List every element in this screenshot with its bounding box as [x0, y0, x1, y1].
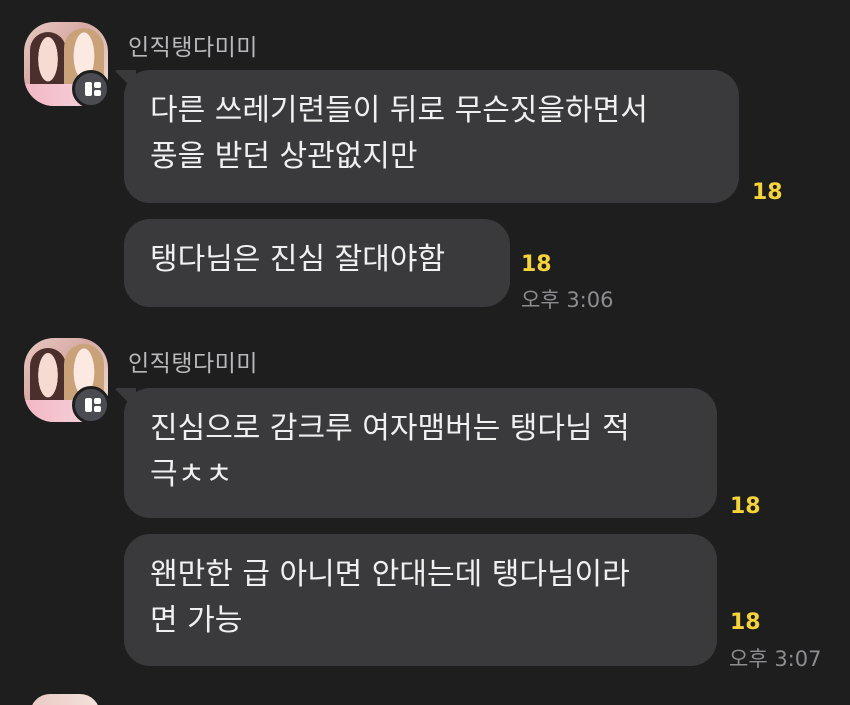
unread-count: 18 — [730, 610, 761, 635]
channel-badge-icon — [72, 386, 110, 424]
message-bubble[interactable]: 왠만한 급 아니면 안대는데 탱다님이라 면 가능 — [124, 534, 717, 666]
sender-name: 인직탱다미미 — [128, 351, 258, 377]
chat-room: 인직탱다미미 다른 쓰레기련들이 뒤로 무슨짓을하면서 풍을 받던 상관없지만 … — [0, 0, 850, 705]
message-time: 오후 3:07 — [729, 647, 822, 671]
channel-badge-icon — [72, 70, 110, 108]
message-time: 오후 3:06 — [521, 288, 614, 312]
unread-count: 18 — [730, 494, 761, 519]
message-bubble[interactable]: 탱다님은 진심 잘대야함 — [124, 219, 510, 307]
message-bubble[interactable]: 진심으로 감크루 여자맴버는 탱다님 적 극ㅊㅊ — [124, 388, 717, 518]
unread-count: 18 — [521, 252, 552, 277]
unread-count: 18 — [752, 180, 783, 205]
message-bubble[interactable]: 다른 쓰레기련들이 뒤로 무슨짓을하면서 풍을 받던 상관없지만 — [124, 70, 739, 203]
sender-name: 인직탱다미미 — [128, 35, 258, 61]
next-sender-avatar — [30, 694, 100, 705]
